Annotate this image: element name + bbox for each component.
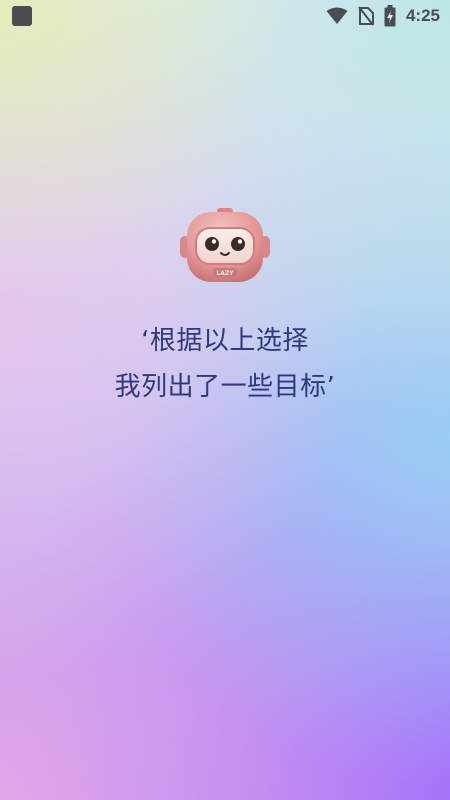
status-time: 4:25 xyxy=(405,6,440,25)
message-line-1: ‘根据以上选择 xyxy=(141,326,309,356)
app-indicator-icon xyxy=(12,6,32,26)
wifi-icon xyxy=(326,7,348,24)
status-icons: 4:25 xyxy=(326,4,440,28)
main-content: LAZY ‘根据以上选择 我列出了一些目标’ xyxy=(0,206,450,410)
no-sim-icon xyxy=(358,6,374,26)
mascot-badge: LAZY xyxy=(216,270,234,277)
robot-mascot-icon: LAZY xyxy=(180,208,270,282)
battery-charging-icon xyxy=(384,5,396,27)
status-bar: 4:25 xyxy=(0,0,450,32)
message-line-2: 我列出了一些目标’ xyxy=(114,372,336,402)
selection-message: ‘根据以上选择 我列出了一些目标’ xyxy=(0,318,450,410)
